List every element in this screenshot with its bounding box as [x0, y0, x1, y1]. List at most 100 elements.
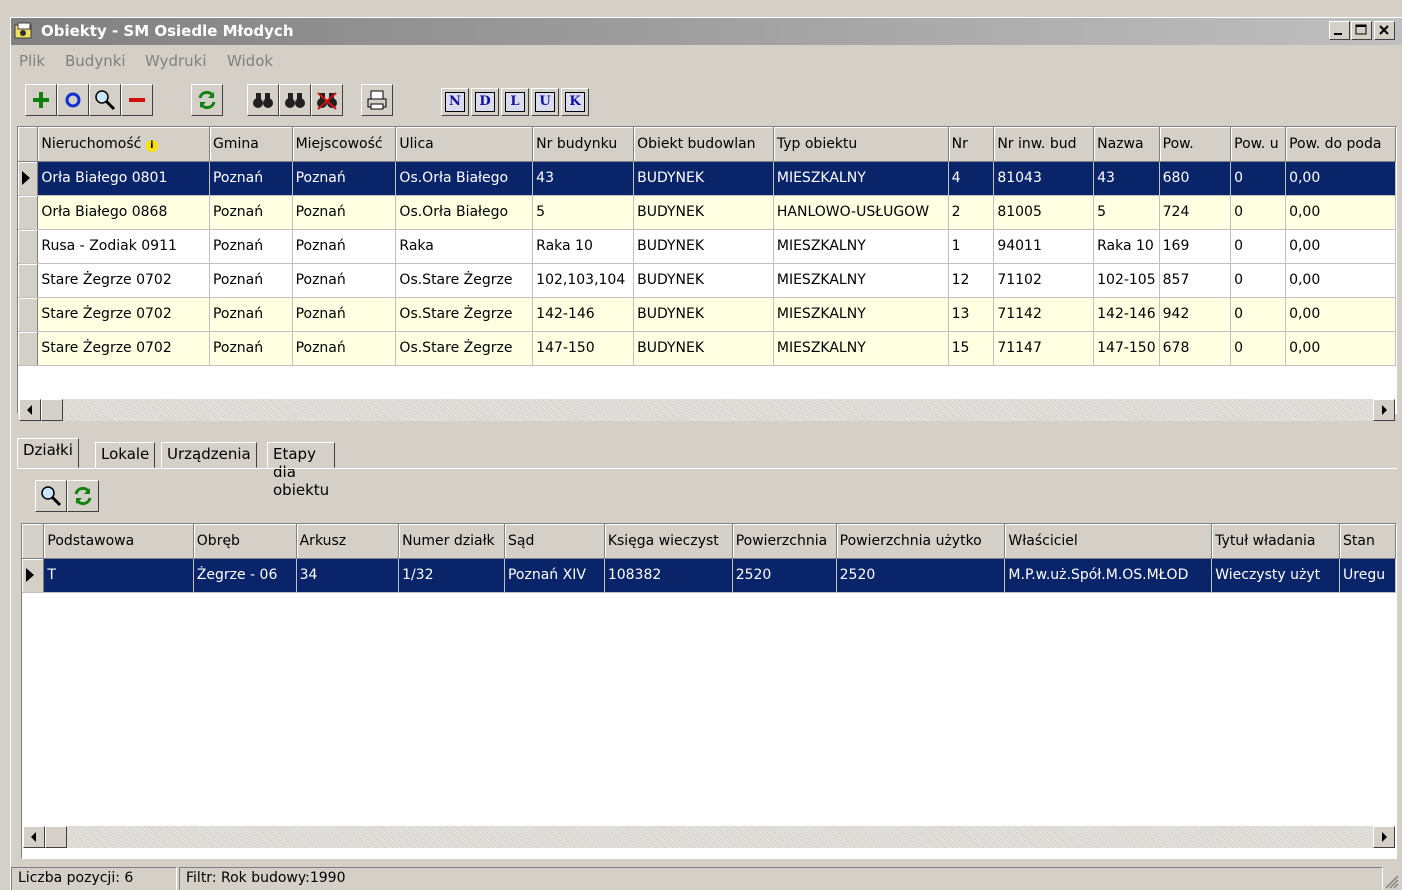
- search-next-button[interactable]: [279, 84, 311, 116]
- objects-horizontal-scrollbar[interactable]: [19, 399, 1395, 421]
- table-cell[interactable]: 81043: [993, 161, 1095, 196]
- table-row[interactable]: Stare Żegrze 0702 Poznań Poznań Os.Stare Że…: [18, 331, 1396, 366]
- table-row[interactable]: Rusa - Zodiak 0911 Poznań Poznań Raka Raka 1…: [18, 229, 1396, 264]
- column-header[interactable]: Pow. u: [1230, 127, 1287, 162]
- column-header[interactable]: Podstawowa: [43, 524, 194, 559]
- table-cell[interactable]: 12: [948, 263, 995, 298]
- table-cell[interactable]: Os.Stare Żegrze: [395, 331, 534, 366]
- table-cell[interactable]: BUDYNEK: [633, 195, 774, 230]
- table-cell[interactable]: Rusa - Zodiak 0911: [37, 229, 210, 264]
- column-header[interactable]: Właściciel: [1004, 524, 1213, 559]
- table-cell[interactable]: Stare Żegrze 0702: [37, 263, 210, 298]
- table-cell[interactable]: 2520: [732, 558, 837, 593]
- table-cell[interactable]: Żegrze - 06: [193, 558, 297, 593]
- table-cell[interactable]: 0,00: [1285, 297, 1396, 332]
- table-cell[interactable]: M.P.w.uż.Spół.M.OS.MŁOD: [1004, 558, 1213, 593]
- table-cell[interactable]: MIESZKALNY: [773, 161, 949, 196]
- table-cell[interactable]: Stare Żegrze 0702: [37, 331, 210, 366]
- table-cell[interactable]: Poznań: [292, 229, 397, 264]
- filter-u-button[interactable]: U: [531, 88, 559, 116]
- table-cell[interactable]: Raka 10: [1093, 229, 1160, 264]
- table-cell[interactable]: Os.Orła Białego: [395, 161, 534, 196]
- refresh-button[interactable]: [191, 84, 223, 116]
- table-cell[interactable]: 942: [1159, 297, 1232, 332]
- column-header[interactable]: Pow. do poda: [1285, 127, 1396, 162]
- table-row[interactable]: Stare Żegrze 0702 Poznań Poznań Os.Stare Że…: [18, 297, 1396, 332]
- table-cell[interactable]: 0: [1230, 161, 1287, 196]
- search-button[interactable]: [247, 84, 279, 116]
- table-cell[interactable]: 2520: [836, 558, 1006, 593]
- table-cell[interactable]: 147-150: [532, 331, 635, 366]
- table-cell[interactable]: 2: [948, 195, 995, 230]
- column-header[interactable]: Miejscowość: [292, 127, 397, 162]
- table-cell[interactable]: Poznań: [209, 161, 293, 196]
- table-cell[interactable]: 0: [1230, 263, 1287, 298]
- row-indicator[interactable]: [18, 331, 39, 366]
- scroll-thumb[interactable]: [41, 399, 63, 421]
- table-cell[interactable]: 15: [948, 331, 995, 366]
- row-indicator[interactable]: [18, 161, 39, 196]
- detail-refresh-button[interactable]: [67, 480, 99, 512]
- column-header[interactable]: Obręb: [193, 524, 297, 559]
- column-header[interactable]: Księga wieczyst: [604, 524, 733, 559]
- table-cell[interactable]: 71147: [993, 331, 1095, 366]
- column-header[interactable]: Nr inw. bud: [993, 127, 1095, 162]
- table-cell[interactable]: 0: [1230, 331, 1287, 366]
- tab-etapy[interactable]: Etapy dla obiektu: [267, 442, 336, 499]
- view-button[interactable]: [89, 84, 121, 116]
- table-row[interactable]: Orła Białego 0868 Poznań Poznań Os.Orła Bia…: [18, 195, 1396, 230]
- table-cell[interactable]: 0,00: [1285, 161, 1396, 196]
- tab-dzialki[interactable]: Działki: [17, 438, 79, 468]
- table-cell[interactable]: BUDYNEK: [633, 229, 774, 264]
- column-header[interactable]: Numer działk: [398, 524, 505, 559]
- table-cell[interactable]: 680: [1159, 161, 1232, 196]
- table-cell[interactable]: Poznań: [209, 263, 293, 298]
- table-cell[interactable]: 0,00: [1285, 195, 1396, 230]
- print-button[interactable]: [361, 84, 393, 116]
- table-cell[interactable]: Wieczysty użyt: [1211, 558, 1341, 593]
- column-header[interactable]: Powierzchnia użytko: [836, 524, 1006, 559]
- table-cell[interactable]: 5: [1093, 195, 1160, 230]
- edit-button[interactable]: [57, 84, 89, 116]
- table-row[interactable]: T Żegrze - 06 34 1/32 Poznań XIV 108382 2520 25…: [22, 558, 1396, 593]
- table-cell[interactable]: 102-105: [1093, 263, 1160, 298]
- table-cell[interactable]: 13: [948, 297, 995, 332]
- table-cell[interactable]: BUDYNEK: [633, 331, 774, 366]
- column-header[interactable]: Typ obiektu: [773, 127, 949, 162]
- column-header[interactable]: Stan: [1339, 524, 1396, 559]
- table-cell[interactable]: BUDYNEK: [633, 263, 774, 298]
- table-cell[interactable]: MIESZKALNY: [773, 331, 949, 366]
- table-cell[interactable]: 142-146: [532, 297, 635, 332]
- table-cell[interactable]: Poznań: [292, 195, 397, 230]
- filter-n-button[interactable]: N: [441, 88, 469, 116]
- row-indicator[interactable]: [18, 195, 39, 230]
- table-cell[interactable]: Raka: [395, 229, 534, 264]
- close-button[interactable]: [1374, 21, 1395, 40]
- table-cell[interactable]: 1: [948, 229, 995, 264]
- table-cell[interactable]: 0,00: [1285, 331, 1396, 366]
- table-cell[interactable]: Poznań: [209, 331, 293, 366]
- table-cell[interactable]: Poznań: [209, 195, 293, 230]
- column-header[interactable]: Sąd: [504, 524, 605, 559]
- column-header[interactable]: Nr budynku: [532, 127, 635, 162]
- menu-plik[interactable]: Plik: [19, 52, 45, 70]
- parcels-grid[interactable]: Podstawowa Obręb Arkusz Numer działk Sąd…: [21, 523, 1397, 859]
- table-cell[interactable]: 0: [1230, 195, 1287, 230]
- table-cell[interactable]: 43: [1093, 161, 1160, 196]
- maximize-button[interactable]: [1351, 21, 1372, 40]
- table-cell[interactable]: HANLOWO-USŁUGOW: [773, 195, 949, 230]
- row-indicator[interactable]: [22, 558, 45, 593]
- objects-grid[interactable]: Nieruchomość i Gmina Miejscowość Ulica N…: [17, 126, 1397, 414]
- column-header[interactable]: Powierzchnia: [732, 524, 837, 559]
- table-cell[interactable]: BUDYNEK: [633, 297, 774, 332]
- table-cell[interactable]: 71102: [993, 263, 1095, 298]
- table-cell[interactable]: 71142: [993, 297, 1095, 332]
- tab-lokale[interactable]: Lokale: [95, 442, 156, 468]
- table-cell[interactable]: 94011: [993, 229, 1095, 264]
- table-cell[interactable]: Orła Białego 0801: [37, 161, 210, 196]
- table-cell[interactable]: MIESZKALNY: [773, 229, 949, 264]
- table-cell[interactable]: Stare Żegrze 0702: [37, 297, 210, 332]
- table-cell[interactable]: 102,103,104: [532, 263, 635, 298]
- table-cell[interactable]: 43: [532, 161, 635, 196]
- filter-d-button[interactable]: D: [471, 88, 499, 116]
